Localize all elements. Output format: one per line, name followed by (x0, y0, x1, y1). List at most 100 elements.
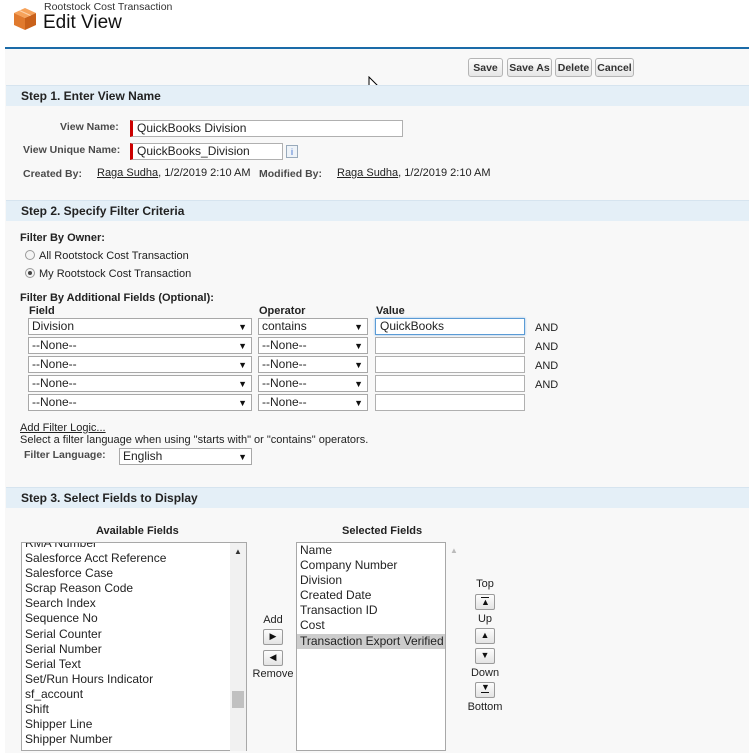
dropdown-arrow-icon: ▼ (238, 341, 247, 351)
available-fields-label: Available Fields (96, 525, 179, 537)
move-top-button[interactable]: ▲ (475, 594, 495, 610)
move-bottom-button[interactable]: ▼ (475, 682, 495, 698)
list-item[interactable]: Serial Counter (22, 627, 246, 642)
bottom-label: Bottom (467, 701, 503, 713)
filter-field-value: --None-- (32, 338, 77, 352)
list-item[interactable]: Name (297, 543, 445, 558)
filter-value-input[interactable]: QuickBooks (375, 318, 525, 335)
save-button[interactable]: Save (468, 58, 503, 77)
list-item[interactable]: Sequence No (22, 611, 246, 626)
scroll-up-icon[interactable]: ▲ (234, 547, 242, 556)
list-item[interactable]: Shipper Number (22, 732, 246, 747)
dropdown-arrow-icon: ▼ (354, 341, 363, 351)
list-item[interactable]: RMA Number (22, 543, 246, 551)
filter-owner-label: Filter By Owner: (20, 232, 105, 244)
owner-all-label: All Rootstock Cost Transaction (39, 250, 189, 262)
step2-title: Step 2. Specify Filter Criteria (21, 204, 185, 218)
remove-label: Remove (252, 668, 294, 680)
col-value-header: Value (376, 305, 405, 317)
filter-language-select[interactable]: English ▼ (119, 448, 252, 465)
col-operator-header: Operator (259, 305, 306, 317)
filter-field-value: --None-- (32, 357, 77, 371)
dropdown-arrow-icon: ▼ (354, 398, 363, 408)
filter-value-input[interactable] (375, 394, 525, 411)
info-icon[interactable]: i (286, 145, 298, 158)
unique-name-input[interactable]: QuickBooks_Division (130, 143, 283, 160)
list-item[interactable]: Company Number (297, 558, 445, 573)
language-hint: Select a filter language when using "sta… (20, 434, 369, 446)
filter-field-select[interactable]: --None-- ▼ (28, 394, 252, 411)
page-title: Edit View (43, 12, 122, 33)
created-by-user-link[interactable]: Raga Sudha (97, 167, 158, 179)
created-by-date: , 1/2/2019 2:10 AM (158, 167, 251, 179)
up-label: Up (477, 613, 493, 625)
step1-header: Step 1. Enter View Name (6, 85, 749, 106)
add-label: Add (263, 614, 283, 626)
add-filter-logic-link[interactable]: Add Filter Logic... (20, 422, 106, 434)
and-label: AND (535, 322, 559, 334)
filter-operator-value: --None-- (262, 338, 307, 352)
list-item[interactable]: Search Index (22, 596, 246, 611)
list-item[interactable]: Serial Text (22, 657, 246, 672)
step3-title: Step 3. Select Fields to Display (21, 491, 198, 505)
top-label: Top (476, 578, 494, 590)
scroll-thumb[interactable] (232, 691, 244, 708)
dropdown-arrow-icon: ▼ (354, 322, 363, 332)
list-item[interactable]: Serial Number (22, 642, 246, 657)
step1-title: Step 1. Enter View Name (21, 89, 161, 103)
list-item[interactable]: Salesforce Case (22, 566, 246, 581)
dropdown-arrow-icon: ▼ (354, 360, 363, 370)
filter-field-select[interactable]: --None-- ▼ (28, 337, 252, 354)
cancel-button[interactable]: Cancel (595, 58, 634, 77)
list-item[interactable]: Transaction ID (297, 603, 445, 618)
down-label: Down (470, 667, 500, 679)
list-item[interactable]: Shipper Line (22, 717, 246, 732)
remove-arrow-button[interactable]: ◀ (263, 650, 283, 666)
step2-header: Step 2. Specify Filter Criteria (6, 200, 749, 221)
view-name-label: View Name: (60, 121, 119, 133)
owner-my-radio[interactable] (25, 268, 35, 278)
filter-operator-select[interactable]: --None-- ▼ (258, 375, 368, 392)
col-field-header: Field (29, 305, 55, 317)
list-item[interactable]: Set/Run Hours Indicator (22, 672, 246, 687)
list-item[interactable]: Shift (22, 702, 246, 717)
filter-operator-select[interactable]: --None-- ▼ (258, 394, 368, 411)
list-item[interactable]: sf_account (22, 687, 246, 702)
list-item[interactable]: Cost (297, 618, 445, 633)
filter-value-input[interactable] (375, 356, 525, 373)
filter-operator-select[interactable]: contains ▼ (258, 318, 368, 335)
move-up-button[interactable]: ▲ (475, 628, 495, 644)
filter-operator-select[interactable]: --None-- ▼ (258, 337, 368, 354)
add-arrow-button[interactable]: ▶ (263, 629, 283, 645)
filter-operator-value: --None-- (262, 376, 307, 390)
list-item[interactable]: Division (297, 573, 445, 588)
filter-value-input[interactable] (375, 337, 525, 354)
available-fields-list[interactable]: RMA Number Salesforce Acct Reference Sal… (21, 542, 247, 751)
list-item[interactable]: Salesforce Acct Reference (22, 551, 246, 566)
cube-icon (14, 8, 36, 30)
list-item-selected[interactable]: Transaction Export Verified (297, 633, 445, 649)
available-scrollbar[interactable]: ▲ (230, 543, 246, 751)
filter-operator-select[interactable]: --None-- ▼ (258, 356, 368, 373)
selected-fields-label: Selected Fields (342, 525, 423, 537)
save-as-button[interactable]: Save As (507, 58, 552, 77)
step3-header: Step 3. Select Fields to Display (6, 487, 749, 508)
filter-field-select[interactable]: --None-- ▼ (28, 375, 252, 392)
view-name-input[interactable]: QuickBooks Division (130, 120, 403, 137)
filter-language-label: Filter Language: (24, 449, 106, 461)
list-item[interactable]: Scrap Reason Code (22, 581, 246, 596)
dropdown-arrow-icon: ▼ (238, 379, 247, 389)
and-label: AND (535, 360, 559, 372)
filter-field-select[interactable]: --None-- ▼ (28, 356, 252, 373)
filter-field-value: Division (32, 319, 75, 333)
modified-by-user-link[interactable]: Raga Sudha (337, 167, 398, 179)
selected-fields-list[interactable]: Name Company Number Division Created Dat… (296, 542, 446, 751)
owner-all-radio[interactable] (25, 250, 35, 260)
filter-value-input[interactable] (375, 375, 525, 392)
move-down-button[interactable]: ▼ (475, 648, 495, 664)
additional-fields-label: Filter By Additional Fields (Optional): (20, 292, 214, 304)
filter-field-select[interactable]: Division ▼ (28, 318, 252, 335)
list-item[interactable]: Created Date (297, 588, 445, 603)
scroll-up-icon[interactable]: ▲ (450, 546, 458, 555)
delete-button[interactable]: Delete (555, 58, 592, 77)
